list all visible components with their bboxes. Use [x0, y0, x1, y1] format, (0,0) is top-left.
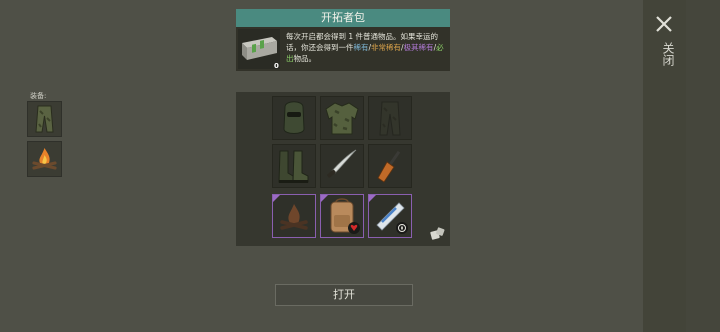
rarity-corner: [369, 195, 376, 202]
desc-part2: 物品。: [293, 54, 317, 63]
campfire-icon: [32, 148, 57, 170]
pack-title: 开拓者包: [236, 9, 450, 27]
close-label[interactable]: 关闭: [655, 42, 675, 66]
pack-description: 每次开启都会得到 1 件普通物品。如果幸运的话，你还会得到一件稀有/非常稀有/极…: [286, 31, 448, 64]
pack-info: 0 每次开启都会得到 1 件普通物品。如果幸运的话，你还会得到一件稀有/非常稀有…: [236, 27, 450, 71]
item-slot-pants[interactable]: [368, 96, 412, 140]
boots-icon: [278, 150, 309, 183]
close-icon: [656, 16, 672, 32]
rifle-icon: [377, 150, 401, 183]
rarity-epic: 极其稀有: [403, 43, 434, 52]
item-slot-balaclava[interactable]: [272, 96, 316, 140]
randomize-button[interactable]: [430, 226, 446, 242]
item-slot-backpack[interactable]: [320, 194, 364, 238]
pack-image: 0: [238, 29, 280, 70]
camo-pants-icon: [379, 101, 401, 136]
balaclava-icon: [283, 101, 305, 134]
rarity-very-rare: 非常稀有: [371, 43, 402, 52]
far-right-strip: [686, 0, 720, 332]
item-slot-rifle[interactable]: [368, 144, 412, 188]
rarity-rare: 稀有: [353, 43, 369, 52]
rarity-corner: [273, 195, 280, 202]
item-slot-boots[interactable]: [272, 144, 316, 188]
dice-icon: [430, 227, 445, 240]
item-slot-machete[interactable]: [320, 144, 364, 188]
camo-jacket-icon: [325, 102, 359, 135]
equipment-slot-pants[interactable]: [27, 101, 62, 137]
machete-icon: [327, 149, 357, 178]
open-button[interactable]: 打开: [275, 284, 413, 306]
equipment-label: 装备:: [30, 92, 47, 100]
close-button[interactable]: [653, 13, 675, 35]
item-slot-campfire[interactable]: [272, 194, 316, 238]
pack-count: 0: [274, 62, 279, 70]
equipment-slot-campfire[interactable]: [27, 141, 62, 177]
item-grid: [236, 92, 450, 246]
item-slot-map[interactable]: [368, 194, 412, 238]
item-slot-jacket[interactable]: [320, 96, 364, 140]
pants-icon: [35, 105, 54, 133]
rarity-corner: [321, 195, 328, 202]
